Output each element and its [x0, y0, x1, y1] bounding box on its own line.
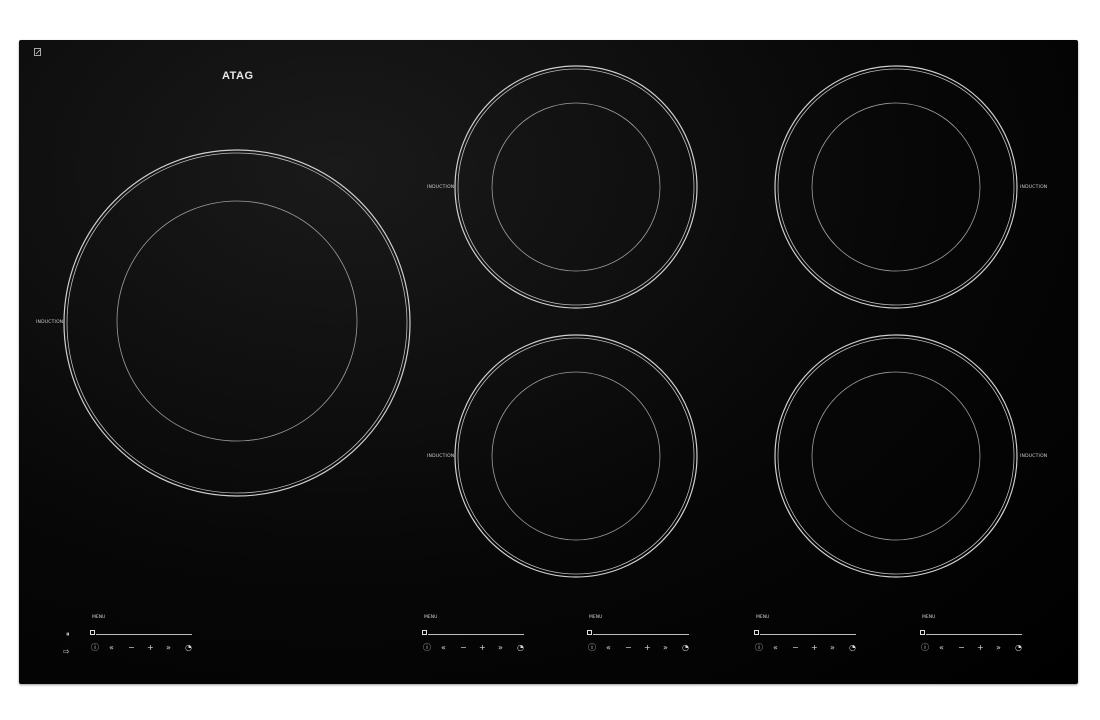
- zone-rear-center: [454, 65, 698, 309]
- zone-label-rear-center: INDUCTION: [427, 185, 455, 190]
- fast-down-icon[interactable]: «: [606, 643, 611, 653]
- power-slider-indicator[interactable]: [422, 630, 427, 635]
- control-panel-front-center: MENU ⓘ « − + » ◔: [587, 615, 707, 665]
- power-icon[interactable]: ⓘ: [921, 643, 929, 653]
- zone-label-front-center: INDUCTION: [427, 454, 455, 459]
- control-panel-rear-right: MENU ⓘ « − + » ◔: [754, 615, 874, 665]
- control-panel-rear-center: MENU ⓘ « − + » ◔: [422, 615, 542, 665]
- control-panel-front-right: MENU ⓘ « − + » ◔: [920, 615, 1040, 665]
- power-slider-indicator[interactable]: [920, 630, 925, 635]
- menu-label[interactable]: MENU: [424, 615, 437, 620]
- zone-label-large-left: INDUCTION: [36, 320, 64, 325]
- timer-icon[interactable]: ◔: [682, 643, 689, 653]
- fast-down-icon[interactable]: «: [939, 643, 944, 653]
- fast-down-icon[interactable]: «: [441, 643, 446, 653]
- cooktop-glass: ATAG INDUCTION INDUCTION INDUCTION INDUC…: [19, 40, 1078, 684]
- fast-up-icon[interactable]: »: [166, 643, 171, 653]
- plus-icon[interactable]: +: [811, 643, 818, 653]
- menu-label[interactable]: MENU: [589, 615, 602, 620]
- plus-icon[interactable]: +: [977, 643, 984, 653]
- zone-rear-right: [774, 65, 1018, 309]
- power-icon[interactable]: ⓘ: [423, 643, 431, 653]
- menu-label[interactable]: MENU: [922, 615, 935, 620]
- fast-up-icon[interactable]: »: [663, 643, 668, 653]
- fast-up-icon[interactable]: »: [830, 643, 835, 653]
- power-slider-indicator[interactable]: [90, 630, 95, 635]
- power-icon[interactable]: ⓘ: [91, 643, 99, 653]
- zone-front-right: [774, 334, 1018, 578]
- power-icon[interactable]: ⓘ: [755, 643, 763, 653]
- pause-button[interactable]: ⏸: [66, 630, 70, 639]
- power-slider[interactable]: [926, 634, 1022, 635]
- plus-icon[interactable]: +: [147, 643, 154, 653]
- timer-icon[interactable]: ◔: [517, 643, 524, 653]
- fast-up-icon[interactable]: »: [498, 643, 503, 653]
- power-slider[interactable]: [593, 634, 689, 635]
- minus-icon[interactable]: −: [958, 643, 965, 653]
- child-lock-button[interactable]: ⇨: [63, 647, 70, 656]
- minus-icon[interactable]: −: [625, 643, 632, 653]
- minus-icon[interactable]: −: [460, 643, 467, 653]
- zone-front-center: [454, 334, 698, 578]
- timer-icon[interactable]: ◔: [1015, 643, 1022, 653]
- fast-down-icon[interactable]: «: [773, 643, 778, 653]
- minus-icon[interactable]: −: [128, 643, 135, 653]
- fast-up-icon[interactable]: »: [996, 643, 1001, 653]
- zone-label-front-right: INDUCTION: [1020, 454, 1048, 459]
- cooking-zones: [63, 65, 1018, 578]
- menu-label[interactable]: MENU: [756, 615, 769, 620]
- timer-icon[interactable]: ◔: [185, 643, 192, 653]
- plus-icon[interactable]: +: [644, 643, 651, 653]
- menu-label[interactable]: MENU: [92, 615, 105, 620]
- fast-down-icon[interactable]: «: [109, 643, 114, 653]
- power-icon[interactable]: ⓘ: [588, 643, 596, 653]
- timer-icon[interactable]: ◔: [849, 643, 856, 653]
- zone-label-rear-right: INDUCTION: [1020, 185, 1048, 190]
- power-slider-indicator[interactable]: [587, 630, 592, 635]
- minus-icon[interactable]: −: [792, 643, 799, 653]
- power-slider[interactable]: [760, 634, 856, 635]
- zone-large-left: [63, 149, 411, 497]
- control-panel-large-left: MENU ⓘ « − + » ◔: [90, 615, 210, 665]
- power-slider[interactable]: [428, 634, 524, 635]
- plus-icon[interactable]: +: [479, 643, 486, 653]
- power-slider[interactable]: [96, 634, 192, 635]
- power-slider-indicator[interactable]: [754, 630, 759, 635]
